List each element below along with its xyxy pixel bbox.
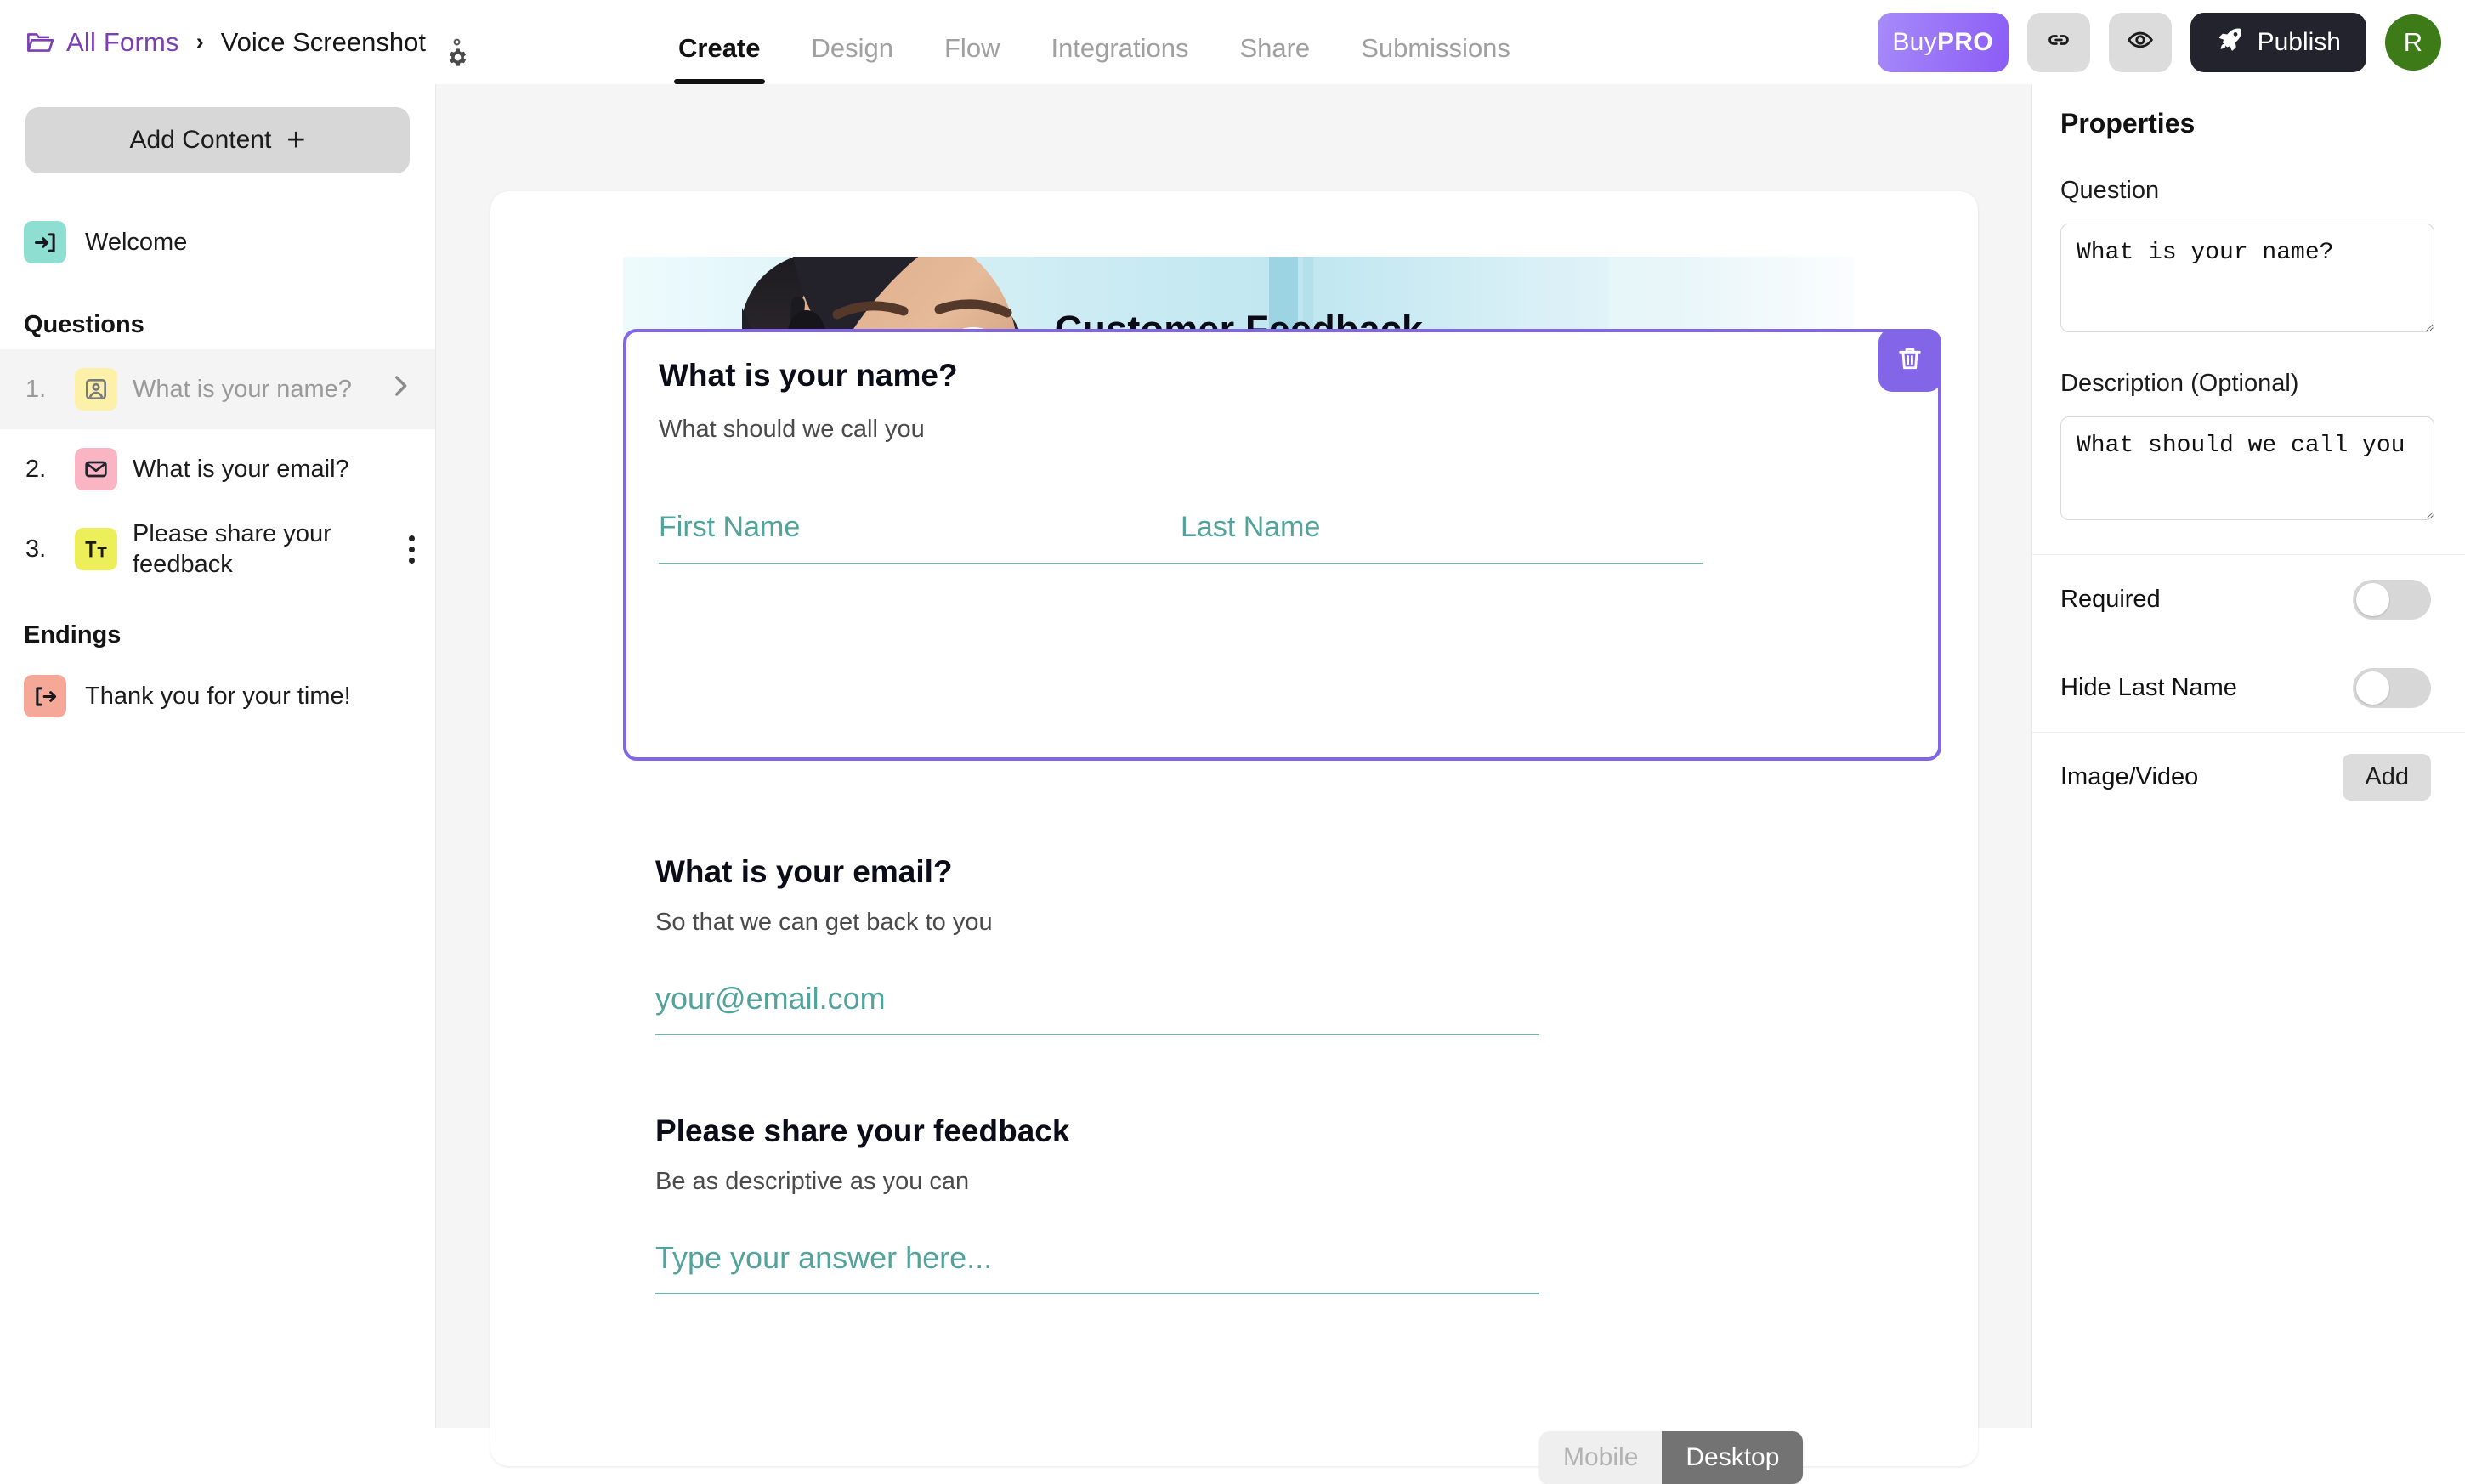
image-video-label: Image/Video <box>2060 762 2199 790</box>
eye-icon <box>2126 25 2155 59</box>
add-content-button[interactable]: Add Content + <box>26 107 410 173</box>
email-placeholder: your@email.com <box>655 981 886 1016</box>
rocket-icon <box>2216 25 2244 59</box>
envelope-icon <box>75 448 117 490</box>
properties-heading: Properties <box>2060 108 2196 139</box>
trash-icon <box>1896 344 1924 377</box>
description-field-label: Description (Optional) <box>2060 370 2299 397</box>
hide-last-name-toggle[interactable] <box>2353 667 2431 708</box>
question-block-email[interactable]: What is your email? So that we can get b… <box>655 854 1590 1035</box>
more-options-icon[interactable] <box>409 535 415 564</box>
question-textarea[interactable] <box>2060 224 2434 332</box>
device-toggle-mobile[interactable]: Mobile <box>1539 1431 1663 1484</box>
top-actions: Buy PRO Publish R <box>1877 0 2441 84</box>
email-block-description: So that we can get back to you <box>655 909 993 936</box>
email-block-title: What is your email? <box>655 854 953 889</box>
feedback-block-description: Be as descriptive as you can <box>655 1168 970 1195</box>
question-2-number: 2. <box>26 455 47 483</box>
form-title: Voice Screenshot <box>220 26 426 57</box>
feedback-underline <box>655 1293 1539 1294</box>
hide-last-name-row: Hide Last Name <box>2032 643 2465 732</box>
sidebar-item-ending[interactable]: Thank you for your time! <box>0 660 435 733</box>
buy-pro-prefix: Buy <box>1892 27 1937 56</box>
avatar[interactable]: R <box>2385 14 2441 71</box>
first-name-underline <box>659 563 1181 564</box>
chevron-right-icon[interactable] <box>386 371 415 408</box>
question-2-label: What is your email? <box>133 455 349 483</box>
tab-share[interactable]: Share <box>1214 0 1335 84</box>
last-name-field[interactable]: Last Name <box>1181 511 1703 564</box>
plus-icon: + <box>286 122 306 158</box>
question-block-feedback[interactable]: Please share your feedback Be as descrip… <box>655 1113 1590 1294</box>
email-underline <box>655 1034 1539 1035</box>
form-canvas: Customer Feedback Please let us know you… <box>436 84 2032 1484</box>
tab-flow[interactable]: Flow <box>919 0 1025 84</box>
buy-pro-bold: PRO <box>1936 27 1993 56</box>
tab-design[interactable]: Design <box>786 0 920 84</box>
required-toggle[interactable] <box>2353 579 2431 620</box>
required-row: Required <box>2032 555 2465 643</box>
top-bar: All Forms › Voice Screenshot Create Desi… <box>0 0 2465 84</box>
selected-question-card[interactable]: What is your name? What should we call y… <box>623 329 1941 761</box>
add-content-label: Add Content <box>129 126 272 154</box>
form-preview-card: Customer Feedback Please let us know you… <box>490 191 1978 1466</box>
question-3-number: 3. <box>26 535 47 563</box>
tab-submissions[interactable]: Submissions <box>1335 0 1536 84</box>
device-toggle-desktop[interactable]: Desktop <box>1662 1431 1804 1484</box>
sign-in-icon <box>24 221 66 263</box>
gear-icon[interactable] <box>445 31 468 66</box>
sidebar-questions-heading: Questions <box>24 311 144 338</box>
person-card-icon <box>75 368 117 411</box>
delete-question-button[interactable] <box>1878 329 1941 392</box>
sidebar: Add Content + Welcome Questions 1. What … <box>0 84 436 1428</box>
first-name-placeholder: First Name <box>659 511 801 543</box>
tab-integrations[interactable]: Integrations <box>1025 0 1214 84</box>
sidebar-item-question-1[interactable]: 1. What is your name? <box>0 349 435 429</box>
feedback-input[interactable]: Type your answer here... <box>655 1240 1590 1294</box>
selected-question-description: What should we call you <box>659 416 925 443</box>
copy-link-button[interactable] <box>2026 12 2090 72</box>
email-input[interactable]: your@email.com <box>655 981 1590 1035</box>
feedback-placeholder: Type your answer here... <box>655 1240 993 1275</box>
add-media-button[interactable]: Add <box>2343 753 2431 801</box>
question-3-label: Please share your feedback <box>133 519 332 578</box>
publish-button[interactable]: Publish <box>2190 12 2366 72</box>
last-name-placeholder: Last Name <box>1181 511 1321 543</box>
properties-panel: Properties Question Description (Optiona… <box>2032 84 2465 1428</box>
device-preview-toggle: Mobile Desktop <box>1539 1431 1804 1484</box>
sidebar-item-question-3[interactable]: 3. Please share your feedback <box>0 509 435 589</box>
sidebar-endings-heading: Endings <box>24 621 122 649</box>
sidebar-item-welcome[interactable]: Welcome <box>0 206 435 279</box>
link-icon <box>2045 26 2072 58</box>
sign-out-icon <box>24 675 66 717</box>
breadcrumb-all-forms[interactable]: All Forms <box>66 27 179 58</box>
breadcrumb-separator: › <box>196 29 204 54</box>
feedback-block-title: Please share your feedback <box>655 1113 1070 1148</box>
sidebar-ending-label: Thank you for your time! <box>85 682 351 710</box>
image-video-row: Image/Video Add <box>2032 733 2465 821</box>
question-1-label: What is your name? <box>133 375 352 403</box>
preview-button[interactable] <box>2108 12 2172 72</box>
first-name-field[interactable]: First Name <box>659 511 1181 564</box>
question-1-number: 1. <box>26 375 47 403</box>
buy-pro-button[interactable]: Buy PRO <box>1877 12 2009 72</box>
description-textarea[interactable] <box>2060 416 2434 520</box>
text-format-icon <box>75 528 117 570</box>
sidebar-item-question-2[interactable]: 2. What is your email? <box>0 429 435 509</box>
breadcrumb: All Forms › Voice Screenshot <box>26 26 468 66</box>
question-field-label: Question <box>2060 177 2160 204</box>
main-tabs: Create Design Flow Integrations Share Su… <box>653 0 1536 84</box>
sidebar-welcome-label: Welcome <box>85 228 188 256</box>
last-name-underline <box>1181 563 1703 564</box>
selected-question-title: What is your name? <box>659 358 958 393</box>
hide-last-name-label: Hide Last Name <box>2060 673 2237 701</box>
publish-label: Publish <box>2257 27 2341 56</box>
folder-icon <box>26 30 54 55</box>
required-label: Required <box>2060 585 2161 613</box>
tab-create[interactable]: Create <box>653 0 786 84</box>
